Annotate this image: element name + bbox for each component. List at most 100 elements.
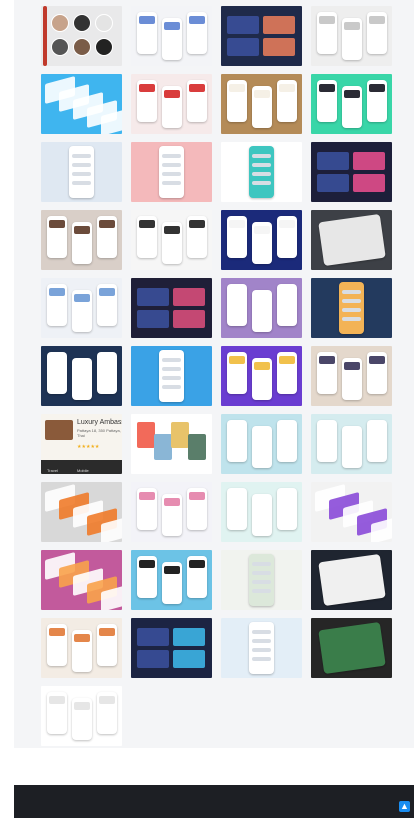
list-line bbox=[162, 376, 181, 380]
screen-header bbox=[254, 430, 270, 438]
screen-header bbox=[254, 498, 270, 506]
list-line bbox=[252, 562, 271, 566]
colorful-iso-cards-shot[interactable] bbox=[41, 482, 122, 542]
screen-header bbox=[99, 220, 115, 228]
pink-london-app-shot[interactable] bbox=[131, 142, 212, 202]
white-mint-phones-shot[interactable] bbox=[221, 482, 302, 542]
list-line bbox=[342, 299, 361, 303]
pale-blue-phone-shot[interactable] bbox=[221, 618, 302, 678]
page-footer: ▲ bbox=[14, 785, 414, 818]
list-line bbox=[252, 657, 271, 661]
list-line bbox=[72, 181, 91, 185]
profile-circles-shot[interactable] bbox=[41, 6, 122, 66]
dark-blue-screens-shot[interactable] bbox=[221, 210, 302, 270]
blue-night-city-shot[interactable] bbox=[311, 278, 392, 338]
wood-desk-phone-shot[interactable] bbox=[221, 74, 302, 134]
colorful-gradient-cards-shot[interactable] bbox=[41, 550, 122, 610]
white-ui-cards-shot[interactable] bbox=[131, 210, 212, 270]
screen-header bbox=[49, 356, 65, 364]
screen-header bbox=[99, 696, 115, 704]
shot-grid: Luxury Ambass Pattaya 18, 350 Pattaya, Th… bbox=[41, 6, 392, 746]
list-line bbox=[72, 163, 91, 167]
collage-photo bbox=[171, 422, 189, 448]
list-line bbox=[252, 580, 271, 584]
hotel-thumbnail bbox=[45, 420, 73, 440]
screen-header bbox=[254, 294, 270, 302]
card-block bbox=[353, 174, 385, 192]
card-block bbox=[263, 38, 295, 56]
photo-collage-phones-shot[interactable] bbox=[41, 210, 122, 270]
scroll-to-top-button[interactable]: ▲ bbox=[399, 801, 410, 812]
purple-colorful-blocks-shot[interactable] bbox=[221, 346, 302, 406]
avatar-circle bbox=[73, 14, 91, 32]
light-list-app-shot[interactable] bbox=[311, 6, 392, 66]
screen-header bbox=[344, 430, 360, 438]
screen-header bbox=[254, 362, 270, 370]
white-map-app-shot[interactable] bbox=[221, 142, 302, 202]
screen-header bbox=[139, 492, 155, 500]
luxury-title: Luxury Ambass bbox=[77, 419, 122, 426]
teal-island-app-shot[interactable] bbox=[221, 414, 302, 474]
dark-pink-header-shot[interactable] bbox=[131, 278, 212, 338]
list-line bbox=[252, 571, 271, 575]
hand-holding-phone-shot[interactable] bbox=[131, 346, 212, 406]
list-line bbox=[162, 163, 181, 167]
side-stripe bbox=[43, 6, 47, 66]
list-line bbox=[162, 181, 181, 185]
screen-header bbox=[74, 294, 90, 302]
screen-header bbox=[139, 84, 155, 92]
screen-header bbox=[344, 362, 360, 370]
map-teal-app-shot[interactable] bbox=[311, 414, 392, 474]
screen-header bbox=[229, 356, 245, 364]
screen-header bbox=[164, 90, 180, 98]
card-block bbox=[353, 152, 385, 170]
tablet-dark-perspective-shot[interactable] bbox=[311, 210, 392, 270]
beige-cards-shot[interactable] bbox=[311, 346, 392, 406]
green-travel-app-shot[interactable] bbox=[311, 74, 392, 134]
list-line bbox=[72, 154, 91, 158]
card-block bbox=[173, 310, 205, 328]
card-block bbox=[137, 650, 169, 668]
light-blue-two-phones-shot[interactable] bbox=[131, 550, 212, 610]
sunset-phones-shot[interactable] bbox=[41, 618, 122, 678]
screen-header bbox=[164, 566, 180, 574]
pale-blue-single-phone-shot[interactable] bbox=[41, 142, 122, 202]
red-header-app-shot[interactable] bbox=[131, 74, 212, 134]
dark-multi-cards-shot[interactable] bbox=[131, 618, 212, 678]
list-line bbox=[342, 290, 361, 294]
dark-city-cards-shot[interactable] bbox=[311, 142, 392, 202]
arrow-up-icon: ▲ bbox=[400, 801, 409, 811]
screen-header bbox=[319, 84, 335, 92]
screen-header bbox=[74, 702, 90, 710]
coral-photo-collage-shot[interactable] bbox=[131, 414, 212, 474]
blue-isometric-app-shot[interactable] bbox=[41, 74, 122, 134]
white-two-phones-shot[interactable] bbox=[41, 686, 122, 746]
collage-photo bbox=[137, 422, 155, 448]
travel-cards-white-shot[interactable] bbox=[131, 6, 212, 66]
card-block bbox=[227, 16, 259, 34]
white-palm-phone-shot[interactable] bbox=[221, 550, 302, 610]
pink-white-cards-shot[interactable] bbox=[131, 482, 212, 542]
luxury-address: Pattaya 18, 350 Pattaya, Thai bbox=[77, 428, 121, 438]
screen-header bbox=[279, 288, 295, 296]
purple-iso-grid-shot[interactable] bbox=[311, 482, 392, 542]
dark-mountain-app-shot[interactable] bbox=[221, 6, 302, 66]
black-green-phone-shot[interactable] bbox=[311, 618, 392, 678]
luxury-ambassador-shot[interactable]: Luxury Ambass Pattaya 18, 350 Pattaya, Th… bbox=[41, 414, 122, 474]
nav-label-mobile: Mobile bbox=[77, 468, 89, 473]
dark-laptop-shot[interactable] bbox=[311, 550, 392, 610]
list-line bbox=[252, 648, 271, 652]
avatar-circle bbox=[95, 38, 113, 56]
list-line bbox=[162, 172, 181, 176]
screen-header bbox=[254, 226, 270, 234]
screen-header bbox=[139, 220, 155, 228]
nav-label-travel: Travel bbox=[47, 468, 58, 473]
purple-phone-pair-shot[interactable] bbox=[221, 278, 302, 338]
screen-header bbox=[369, 356, 385, 364]
luxury-bottom-nav: Travel Mobile bbox=[41, 460, 122, 474]
navy-white-phones-shot[interactable] bbox=[41, 346, 122, 406]
screen-header bbox=[189, 560, 205, 568]
card-block bbox=[317, 174, 349, 192]
screen-header bbox=[344, 90, 360, 98]
light-minimal-phones-shot[interactable] bbox=[41, 278, 122, 338]
